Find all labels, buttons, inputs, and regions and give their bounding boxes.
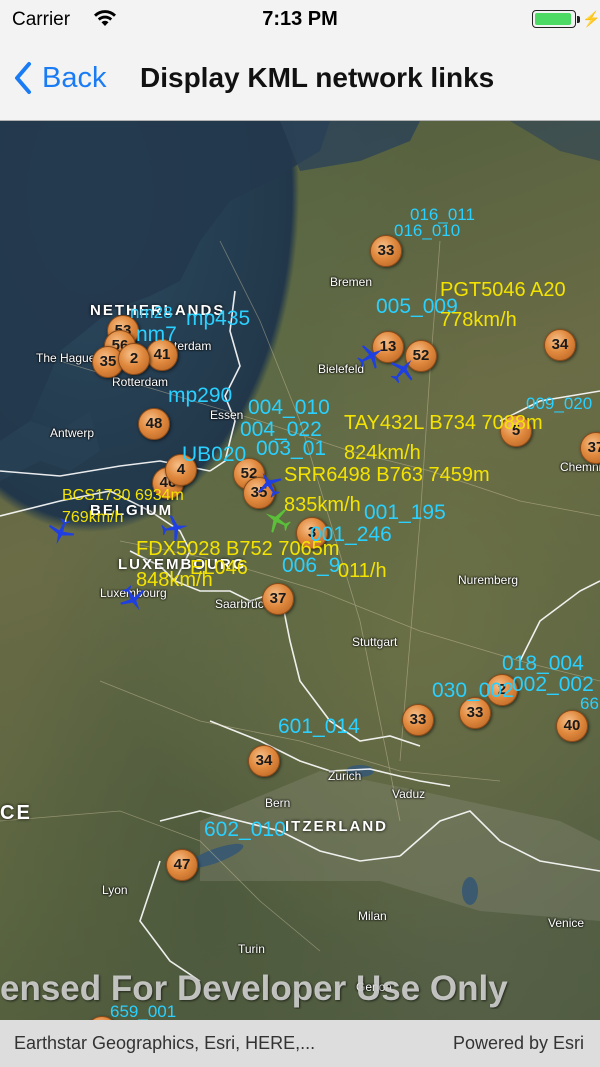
flight-label: UB020 [182,443,247,466]
map-view[interactable]: NETHERLANDS BELGIUM LUXEMBOURG CE ITZERL… [0,121,600,1020]
flight-label: 004_010 [248,396,330,419]
flight-label: 030_002 [432,679,514,702]
flight-label: 003_01 [256,437,327,460]
cluster-marker[interactable]: 48 [138,408,170,440]
city-label: Venice [548,916,585,930]
city-label: Rotterdam [112,375,169,389]
cluster-marker[interactable]: 40 [556,710,588,742]
flight-label: 018_004 [502,652,584,675]
city-label: The Hague [36,351,96,365]
back-button[interactable]: Back [14,58,106,98]
flight-label: nm7 [136,323,177,346]
country-label-switzerland: ITZERLAND [285,818,388,835]
attribution-bar[interactable]: Earthstar Geographics, Esri, HERE,... Po… [0,1020,600,1067]
flight-info-label: 824km/h [344,442,421,464]
flight-label: mp290 [168,384,233,407]
city-label: Nuremberg [458,573,519,587]
flight-label: 001_195 [364,501,446,524]
flight-info-label: FDX5028 B752 7065m [136,538,340,560]
flight-info-label: 769km/h [62,509,124,526]
back-label: Back [42,61,107,94]
status-time: 7:13 PM [262,8,338,30]
license-watermark: ensed For Developer Use Only [0,969,508,1008]
cluster-marker[interactable]: 34 [544,329,576,361]
city-label: Bern [265,796,291,810]
city-label: Turin [238,942,265,956]
flight-info-label: 011/h [338,560,387,582]
flight-label: 016_010 [394,221,461,240]
attribution-text[interactable]: Earthstar Geographics, Esri, HERE,... [14,1033,315,1054]
flight-label: 009_020 [526,394,593,413]
airplane-icon[interactable] [254,469,284,499]
flight-info-label: PGT5046 A20 [440,279,566,301]
flight-info-label: 778km/h [440,309,517,331]
flight-label: 601_014 [278,715,360,738]
flight-info-label: 835km/h [284,494,361,516]
flight-label: mp435 [186,307,251,330]
status-bar: Carrier 7:13 PM ⚡ [0,0,600,40]
powered-by-esri: Powered by Esri [452,1033,584,1053]
city-label: Vaduz [392,787,426,801]
city-label: Bremen [330,275,373,289]
flight-label: nm28 [130,303,173,322]
cluster-marker[interactable]: 33 [402,704,434,736]
chevron-left-icon [15,62,31,94]
airplane-icon[interactable] [356,341,386,371]
airplane-icon[interactable] [388,355,418,385]
battery-icon: ⚡ [532,10,600,30]
flight-info-label: 848km/h [136,569,213,591]
navigation-bar: Back Display KML network links [0,40,600,121]
cluster-marker[interactable]: 37 [262,583,294,615]
city-label: Lyon [102,883,128,897]
flight-label: 002_002 [512,673,594,696]
flight-info-label: BCS1730 6934m [62,487,184,504]
cluster-marker[interactable]: 2 [118,343,150,375]
cluster-marker[interactable]: 47 [166,849,198,881]
city-label: Milan [358,909,387,923]
country-label-france: CE [0,802,32,824]
city-label: Antwerp [50,426,95,440]
city-label: Essen [210,408,244,422]
cluster-marker[interactable]: 34 [248,745,280,777]
flight-label: 602_010 [204,818,286,841]
city-label: Zurich [328,769,362,783]
page-title: Display KML network links [140,62,495,93]
flight-info-label: SRR6498 B763 7459m [284,464,490,486]
flight-info-label: TAY432L B734 7088m [344,412,543,434]
flight-label: 66 [580,694,599,713]
city-label: Stuttgart [352,635,398,649]
